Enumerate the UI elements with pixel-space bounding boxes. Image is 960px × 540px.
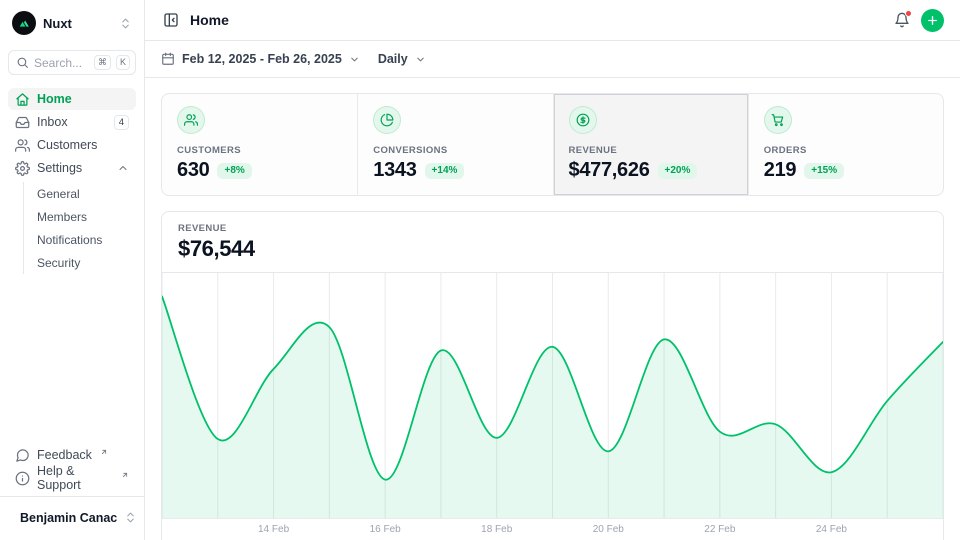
stat-card-conversions[interactable]: CONVERSIONS 1343 +14% (357, 94, 552, 195)
info-circle-icon (15, 471, 30, 486)
stat-label: REVENUE (569, 145, 733, 156)
sidebar-item-feedback[interactable]: Feedback (8, 444, 136, 466)
search-placeholder: Search... (34, 56, 89, 70)
sidebar-item-settings[interactable]: Settings (8, 157, 136, 179)
chevron-up-icon (117, 162, 129, 174)
settings-subnav: General Members Notifications Security (23, 182, 136, 274)
page-content: CUSTOMERS 630 +8% CONVERSIONS 1343 +14% (145, 78, 960, 540)
stat-delta-badge: +20% (658, 163, 698, 179)
nuxt-logo-icon (12, 11, 36, 35)
external-link-icon (100, 448, 108, 456)
user-menu[interactable]: Benjamin Canac (8, 503, 136, 532)
kbd-meta: ⌘ (94, 55, 111, 70)
stat-card-orders[interactable]: ORDERS 219 +15% (748, 94, 943, 195)
chart-header: REVENUE $76,544 (162, 212, 943, 273)
cart-icon (764, 106, 792, 134)
sidebar-item-label: Feedback (37, 448, 92, 462)
sidebar-item-general[interactable]: General (24, 182, 136, 205)
stat-card-customers[interactable]: CUSTOMERS 630 +8% (162, 94, 357, 195)
app-window: Nuxt Search... ⌘ K Home Inbox 4 Customer… (0, 0, 960, 540)
gear-icon (15, 161, 30, 176)
stat-value: 1343 (373, 159, 416, 182)
sidebar-item-label: Home (37, 92, 129, 106)
sidebar-item-home[interactable]: Home (8, 88, 136, 110)
stat-value: 630 (177, 159, 209, 182)
sidebar-item-label: Customers (37, 138, 129, 152)
sidebar-footer-nav: Feedback Help & Support (8, 444, 136, 489)
panel-left-icon (163, 12, 179, 28)
workspace-name: Nuxt (43, 16, 112, 31)
chart-total-value: $76,544 (178, 236, 927, 262)
revenue-chart (162, 273, 943, 519)
stat-delta-badge: +14% (425, 163, 465, 179)
sidebar-item-label: Inbox (37, 115, 107, 129)
sidebar-item-inbox[interactable]: Inbox 4 (8, 111, 136, 133)
inbox-icon (15, 115, 30, 130)
revenue-chart-area[interactable] (162, 273, 943, 519)
chevrons-up-down-icon (119, 17, 132, 30)
x-tick-label: 24 Feb (816, 524, 847, 535)
sidebar-item-help-support[interactable]: Help & Support (8, 467, 136, 489)
filters-toolbar: Feb 12, 2025 - Feb 26, 2025 Daily (145, 41, 960, 78)
calendar-icon (161, 52, 175, 66)
stat-delta-badge: +15% (804, 163, 844, 179)
sidebar-item-label: Help & Support (37, 464, 113, 492)
granularity-label: Daily (378, 52, 408, 66)
kbd-k: K (116, 55, 130, 70)
sidebar-nav: Home Inbox 4 Customers Settings General … (8, 88, 136, 274)
main-area: Home Feb 12, 2025 - Feb 26, 2025 Daily (145, 0, 960, 540)
workspace-switcher[interactable]: Nuxt (8, 9, 136, 37)
chevron-down-icon (349, 54, 360, 65)
stat-delta-badge: +8% (217, 163, 251, 179)
x-tick-label: 18 Feb (481, 524, 512, 535)
external-link-icon (121, 471, 129, 479)
home-icon (15, 92, 30, 107)
user-section: Benjamin Canac (0, 496, 144, 532)
search-input[interactable]: Search... ⌘ K (8, 50, 136, 75)
date-range-picker[interactable]: Feb 12, 2025 - Feb 26, 2025 (161, 52, 360, 66)
add-button[interactable] (921, 9, 944, 32)
sidebar-item-label: Settings (37, 161, 110, 175)
users-icon (177, 106, 205, 134)
sidebar: Nuxt Search... ⌘ K Home Inbox 4 Customer… (0, 0, 145, 540)
stat-card-revenue[interactable]: REVENUE $477,626 +20% (553, 94, 748, 195)
pie-chart-icon (373, 106, 401, 134)
inbox-count-badge: 4 (114, 115, 129, 130)
sidebar-item-security[interactable]: Security (24, 251, 136, 274)
revenue-chart-card: REVENUE $76,544 14 Feb 16 Feb 18 Feb 20 Feb… (161, 211, 944, 540)
date-range-label: Feb 12, 2025 - Feb 26, 2025 (182, 52, 342, 66)
user-name: Benjamin Canac (20, 511, 117, 525)
notification-dot (905, 10, 912, 17)
chart-x-labels: 14 Feb 16 Feb 18 Feb 20 Feb 22 Feb 24 Feb (162, 519, 943, 540)
stat-label: ORDERS (764, 145, 928, 156)
x-tick-label: 16 Feb (370, 524, 401, 535)
stats-row: CUSTOMERS 630 +8% CONVERSIONS 1343 +14% (161, 93, 944, 196)
chevron-down-icon (415, 54, 426, 65)
plus-icon (926, 14, 939, 27)
chart-title: REVENUE (178, 223, 927, 234)
collapse-sidebar-button[interactable] (161, 10, 181, 30)
stat-value: 219 (764, 159, 796, 182)
page-title: Home (190, 12, 883, 28)
chevrons-up-down-icon (124, 511, 137, 524)
dollar-circle-icon (569, 106, 597, 134)
sidebar-item-notifications[interactable]: Notifications (24, 228, 136, 251)
x-tick-label: 14 Feb (258, 524, 289, 535)
sidebar-spacer (8, 274, 136, 444)
stat-value: $477,626 (569, 159, 650, 182)
sidebar-item-customers[interactable]: Customers (8, 134, 136, 156)
message-bubble-icon (15, 448, 30, 463)
stat-label: CUSTOMERS (177, 145, 342, 156)
x-tick-label: 22 Feb (704, 524, 735, 535)
sidebar-item-members[interactable]: Members (24, 205, 136, 228)
search-icon (16, 56, 29, 69)
top-header: Home (145, 0, 960, 41)
stat-label: CONVERSIONS (373, 145, 537, 156)
users-icon (15, 138, 30, 153)
x-tick-label: 20 Feb (593, 524, 624, 535)
notifications-button[interactable] (892, 10, 912, 30)
granularity-select[interactable]: Daily (378, 52, 426, 66)
